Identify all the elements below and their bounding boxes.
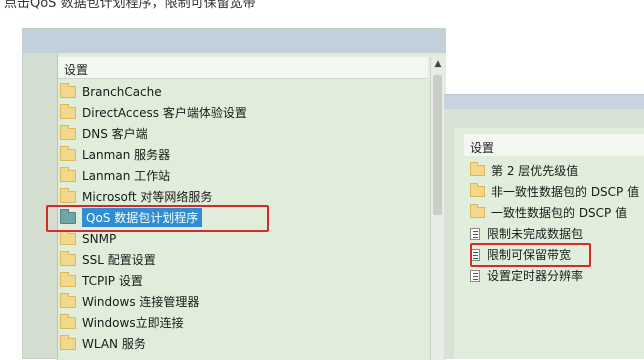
- tree-item-label: DirectAccess 客户端体验设置: [82, 106, 247, 120]
- vertical-scrollbar[interactable]: ▲: [430, 57, 445, 360]
- folder-icon: [60, 292, 76, 308]
- setting-label: 设置定时器分辨率: [487, 269, 584, 283]
- tree-item-label: Microsoft 对等网络服务: [82, 190, 213, 204]
- folder-icon: [60, 82, 76, 98]
- tree-item-label: SNMP: [82, 231, 117, 246]
- tree-item-lanman-server[interactable]: Lanman 服务器: [60, 144, 247, 165]
- setting-timer-resolution[interactable]: 设置定时器分辨率: [470, 265, 639, 286]
- tree-item-lanman-workstation[interactable]: Lanman 工作站: [60, 165, 247, 186]
- folder-icon: [60, 187, 76, 203]
- folder-icon: [60, 250, 76, 266]
- tree-item-tcpip-settings[interactable]: TCPIP 设置: [60, 270, 247, 291]
- tree-item-label: TCPIP 设置: [82, 274, 143, 288]
- folder-icon: [60, 334, 76, 350]
- tree-item-branchcache[interactable]: BranchCache: [60, 81, 247, 102]
- tree-item-label: Windows立即连接: [82, 316, 184, 330]
- setting-limit-outstanding-packets[interactable]: 限制未完成数据包: [470, 223, 639, 244]
- policy-setting-icon: [470, 227, 480, 240]
- folder-icon: [470, 204, 485, 218]
- folder-icon: [60, 124, 76, 140]
- tree-item-label: Lanman 工作站: [82, 169, 171, 183]
- setting-dscp-nonconforming[interactable]: 非一致性数据包的 DSCP 值: [470, 181, 639, 202]
- tree-item-wlan-service[interactable]: WLAN 服务: [60, 333, 247, 354]
- tree-item-label: WLAN 服务: [82, 337, 146, 351]
- qos-settings-header[interactable]: 设置: [464, 134, 644, 156]
- folder-icon: [60, 271, 76, 287]
- highlight-box-bandwidth: [470, 243, 591, 267]
- policy-setting-icon: [470, 269, 480, 282]
- folder-icon: [470, 183, 485, 197]
- setting-label: 限制未完成数据包: [487, 227, 584, 241]
- tree-item-windows-connection-manager[interactable]: Windows 连接管理器: [60, 291, 247, 312]
- folder-icon: [470, 162, 485, 176]
- tree-item-label: Windows 连接管理器: [82, 295, 200, 309]
- setting-label: 第 2 层优先级值: [491, 164, 579, 178]
- tree-item-windows-connect-now[interactable]: Windows立即连接: [60, 312, 247, 333]
- folder-icon: [60, 313, 76, 329]
- window-titlebar: [23, 29, 445, 53]
- folder-icon: [60, 166, 76, 182]
- tree-item-label: SSL 配置设置: [82, 253, 156, 267]
- highlight-box-qos: [46, 205, 269, 232]
- tree-item-ssl-config[interactable]: SSL 配置设置: [60, 249, 247, 270]
- window-titlebar: [444, 94, 644, 109]
- tree-item-label: DNS 客户端: [82, 127, 148, 141]
- folder-icon: [60, 145, 76, 161]
- folder-icon: [60, 103, 76, 119]
- settings-header-label: 设置: [64, 63, 89, 77]
- folder-icon: [60, 229, 76, 245]
- tree-item-label: BranchCache: [82, 84, 162, 99]
- scroll-up-arrow-icon[interactable]: ▲: [431, 57, 445, 71]
- setting-label: 一致性数据包的 DSCP 值: [491, 206, 628, 220]
- setting-layer2-priority[interactable]: 第 2 层优先级值: [470, 160, 639, 181]
- tree-item-dns-client[interactable]: DNS 客户端: [60, 123, 247, 144]
- tree-item-directaccess[interactable]: DirectAccess 客户端体验设置: [60, 102, 247, 123]
- setting-dscp-conforming[interactable]: 一致性数据包的 DSCP 值: [470, 202, 639, 223]
- qos-settings-list: 第 2 层优先级值 非一致性数据包的 DSCP 值 一致性数据包的 DSCP 值…: [470, 160, 639, 286]
- tree-item-label: Lanman 服务器: [82, 148, 171, 162]
- scrollbar-thumb[interactable]: [433, 75, 442, 215]
- settings-column-header[interactable]: 设置: [58, 57, 428, 79]
- settings-header-label: 设置: [470, 141, 495, 155]
- tree-item-microsoft-p2p[interactable]: Microsoft 对等网络服务: [60, 186, 247, 207]
- caption-text: 点击QoS 数据包计划程序，限制可保留宽带: [4, 0, 256, 10]
- setting-label: 非一致性数据包的 DSCP 值: [491, 185, 640, 199]
